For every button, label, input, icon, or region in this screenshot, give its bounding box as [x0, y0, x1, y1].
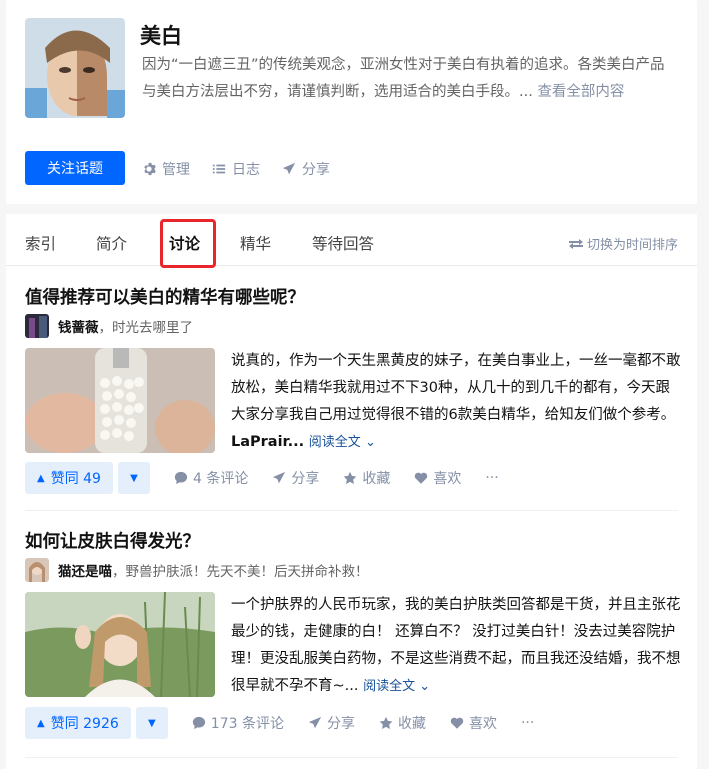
upvote-label: 赞同 49: [50, 471, 101, 487]
topic-title: 美白: [140, 24, 182, 48]
sort-toggle-label: 切换为时间排序: [586, 238, 678, 253]
more-button[interactable]: ···: [521, 715, 534, 731]
follow-topic-button[interactable]: 关注话题: [25, 151, 125, 185]
manage-label: 管理: [162, 162, 190, 178]
like-button[interactable]: 喜欢: [450, 713, 497, 733]
star-icon: [379, 716, 393, 729]
more-dots-icon: ···: [520, 715, 535, 731]
star-icon: [344, 471, 357, 484]
feed-divider: [25, 510, 678, 511]
downvote-button[interactable]: ▼: [135, 707, 168, 739]
share-button[interactable]: 分享: [308, 713, 355, 733]
chevron-down-icon: ⌄: [419, 679, 431, 694]
active-tab-highlight-box: [160, 219, 216, 268]
question-title[interactable]: 如何让皮肤白得发光？: [25, 528, 200, 553]
upvote-label: 赞同 2926: [50, 716, 119, 732]
collect-label: 收藏: [397, 716, 426, 732]
share-label: 分享: [291, 471, 320, 487]
answer-excerpt[interactable]: 说真的，作为一个天生黑黄皮的妹子，在美白事业上，一丝一毫都不敢放松，美白精华我就…: [231, 348, 681, 456]
upvote-button[interactable]: ▲ 赞同 2926: [25, 707, 131, 739]
like-label: 喜欢: [468, 716, 497, 732]
more-dots-icon: ···: [485, 470, 499, 486]
paper-plane-icon: [282, 162, 296, 175]
sort-toggle-button[interactable]: 切换为时间排序: [568, 234, 678, 253]
log-button[interactable]: 日志: [212, 159, 260, 179]
paper-plane-icon: [308, 716, 322, 729]
avatar[interactable]: [25, 314, 49, 338]
comments-label: 4 条评论: [192, 471, 249, 487]
answer-excerpt-text: 一个护肤界的人民币玩家，我的美白护肤类回答都是干货，并且主张花最少的钱，走健康的…: [231, 597, 681, 694]
comment-icon: [192, 716, 205, 730]
author-bio: ，时光去哪里了: [98, 320, 194, 336]
collect-label: 收藏: [362, 471, 391, 487]
author-bio: ，野兽护肤派！先天不美！后天拼命补救！: [112, 564, 369, 580]
comments-label: 173 条评论: [210, 716, 284, 732]
tab-waiting-answers[interactable]: 等待回答: [312, 232, 374, 254]
share-button[interactable]: 分享: [272, 468, 319, 488]
answer-action-bar: ▲ 赞同 49 ▼ 4 条评论 分享 收藏 喜欢 ···: [25, 462, 499, 494]
topic-share-label: 分享: [302, 162, 330, 178]
question-title[interactable]: 值得推荐可以美白的精华有哪些呢？: [25, 284, 305, 309]
topic-header-card: 美白 因为“一白遮三丑”的传统美观念，亚洲女性对于美白有执着的追求。各类美白产品…: [6, 0, 697, 204]
triangle-down-icon: ▼: [147, 717, 156, 729]
heart-icon: [450, 717, 464, 729]
triangle-down-icon: ▼: [130, 472, 138, 484]
like-button[interactable]: 喜欢: [414, 468, 461, 488]
collect-button[interactable]: 收藏: [379, 713, 426, 733]
answer-thumbnail[interactable]: [25, 348, 215, 453]
answer-excerpt-text: 说真的，作为一个天生黑黄皮的妹子，在美白事业上，一丝一毫都不敢放松，美白精华我就…: [231, 353, 681, 423]
read-more-link[interactable]: 阅读全文 ⌄: [363, 679, 430, 694]
chevron-down-icon: ⌄: [364, 435, 376, 450]
avatar[interactable]: [25, 558, 49, 582]
list-icon: [212, 164, 226, 174]
answer-excerpt-bold: LaPrair...: [231, 434, 305, 450]
more-button[interactable]: ···: [485, 470, 498, 486]
answer-excerpt[interactable]: 一个护肤界的人民币玩家，我的美白护肤类回答都是干货，并且主张花最少的钱，走健康的…: [231, 592, 681, 700]
collect-button[interactable]: 收藏: [343, 468, 390, 488]
triangle-up-icon: ▲: [37, 717, 45, 729]
triangle-up-icon: ▲: [37, 472, 45, 484]
answer-action-bar: ▲ 赞同 2926 ▼ 173 条评论 分享 收藏 喜欢 ···: [25, 707, 534, 739]
answer-author: 猫还是喵 ，野兽护肤派！先天不美！后天拼命补救！: [25, 558, 369, 582]
topic-share-button[interactable]: 分享: [282, 159, 330, 179]
paper-plane-icon: [273, 471, 286, 484]
comments-button[interactable]: 4 条评论: [174, 468, 248, 488]
share-label: 分享: [326, 716, 355, 732]
feed-divider: [25, 757, 678, 758]
answer-thumbnail[interactable]: [25, 592, 215, 697]
comments-button[interactable]: 173 条评论: [192, 713, 284, 733]
answer-author: 钱蔷薇 ，时光去哪里了: [25, 314, 193, 338]
tab-index[interactable]: 索引: [25, 232, 56, 254]
view-all-content-link[interactable]: 查看全部内容: [537, 84, 624, 100]
topic-actions: 管理 日志 分享: [142, 159, 330, 179]
tab-featured[interactable]: 精华: [240, 232, 271, 254]
heart-icon: [415, 472, 428, 484]
topic-description: 因为“一白遮三丑”的传统美观念，亚洲女性对于美白有执着的追求。各类美白产品与美白…: [142, 52, 674, 106]
gear-icon: [144, 162, 156, 176]
like-label: 喜欢: [433, 471, 462, 487]
read-more-link[interactable]: 阅读全文 ⌄: [309, 435, 376, 450]
read-more-label: 阅读全文: [363, 679, 416, 694]
swap-icon: [568, 238, 583, 249]
comment-icon: [174, 471, 188, 485]
downvote-button[interactable]: ▼: [117, 462, 150, 494]
feed-card: 索引 简介 讨论 精华 等待回答 切换为时间排序 值得推荐可以美白的精华有哪些呢…: [6, 214, 697, 769]
author-name[interactable]: 猫还是喵: [58, 560, 112, 580]
author-name[interactable]: 钱蔷薇: [58, 316, 99, 336]
manage-button[interactable]: 管理: [142, 159, 190, 179]
topic-image: [25, 18, 125, 118]
read-more-label: 阅读全文: [308, 435, 361, 450]
tab-intro[interactable]: 简介: [96, 232, 127, 254]
upvote-button[interactable]: ▲ 赞同 49: [25, 462, 113, 494]
log-label: 日志: [232, 162, 260, 178]
topic-tabs: 索引 简介 讨论 精华 等待回答 切换为时间排序: [6, 214, 697, 268]
